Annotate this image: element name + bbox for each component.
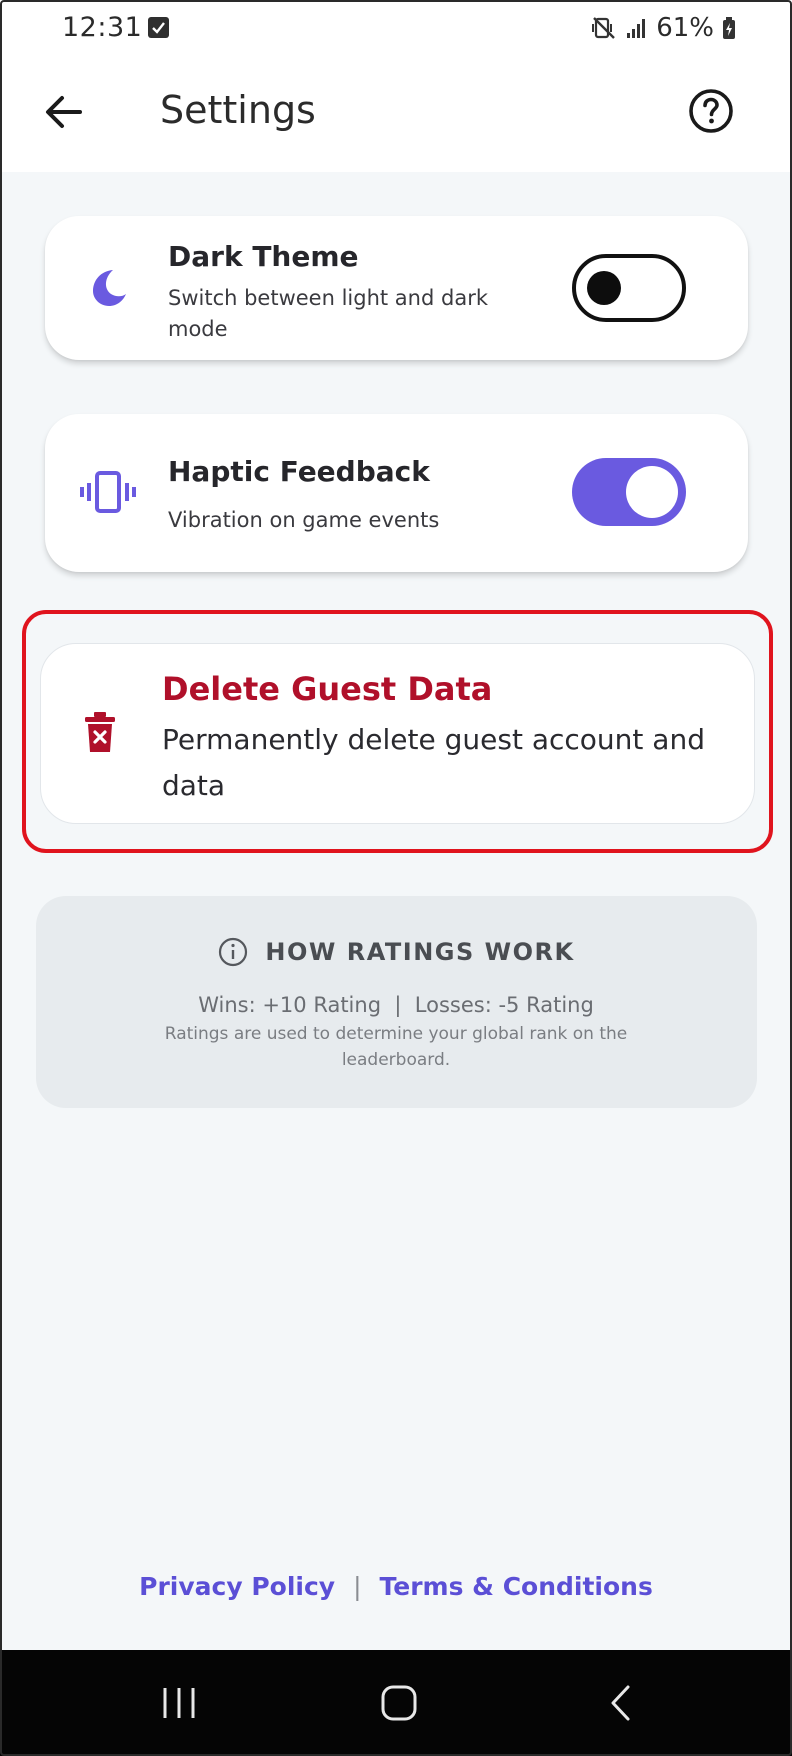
checkbox-notification-icon [148, 17, 169, 38]
dark-theme-title: Dark Theme [168, 240, 359, 273]
privacy-policy-link[interactable]: Privacy Policy [139, 1572, 335, 1601]
ratings-note: Ratings are used to determine your globa… [164, 1024, 628, 1070]
toggle-knob [626, 466, 678, 518]
haptic-subtitle: Vibration on game events [168, 508, 440, 532]
delete-guest-subtitle: Permanently delete guest account and dat… [162, 723, 705, 802]
dark-theme-toggle[interactable] [572, 254, 686, 322]
status-indicators: 61% [592, 13, 736, 43]
ratings-heading: HOW RATINGS WORK [265, 938, 575, 966]
delete-guest-title: Delete Guest Data [162, 670, 493, 708]
info-icon [219, 937, 248, 967]
vibration-icon [78, 466, 138, 518]
ratings-info-header: HOW RATINGS WORK [0, 936, 792, 968]
toggle-knob [587, 271, 621, 305]
signal-icon [627, 19, 646, 38]
moon-icon [82, 262, 134, 314]
recents-icon [163, 1688, 195, 1718]
home-button[interactable] [364, 1668, 434, 1738]
haptic-toggle[interactable] [572, 458, 686, 526]
ratings-rule: Wins: +10 Rating | Losses: -5 Rating [198, 993, 594, 1017]
terms-link[interactable]: Terms & Conditions [380, 1572, 653, 1601]
haptic-title: Haptic Feedback [168, 455, 430, 488]
arrow-left-icon [46, 96, 82, 128]
dark-theme-subtitle: Switch between light and dark mode [168, 286, 488, 341]
system-nav-bar [0, 1650, 792, 1756]
mute-vibrate-icon [592, 17, 616, 39]
battery-icon [723, 17, 735, 39]
chevron-left-icon [611, 1685, 630, 1721]
status-bar: 12:31 61% [0, 0, 792, 62]
status-time: 12:31 [62, 12, 143, 43]
recents-button[interactable] [144, 1668, 214, 1738]
app-header: Settings [0, 62, 792, 172]
help-circle-icon [689, 89, 733, 133]
page-title: Settings [160, 88, 316, 132]
footer-links: Privacy Policy | Terms & Conditions [0, 1572, 792, 1601]
trash-icon [80, 708, 120, 756]
home-icon [381, 1685, 417, 1721]
help-button[interactable] [686, 86, 736, 136]
battery-percent: 61% [656, 13, 714, 43]
back-nav-button[interactable] [586, 1668, 656, 1738]
back-button[interactable] [40, 88, 88, 136]
footer-separator: | [353, 1572, 362, 1601]
